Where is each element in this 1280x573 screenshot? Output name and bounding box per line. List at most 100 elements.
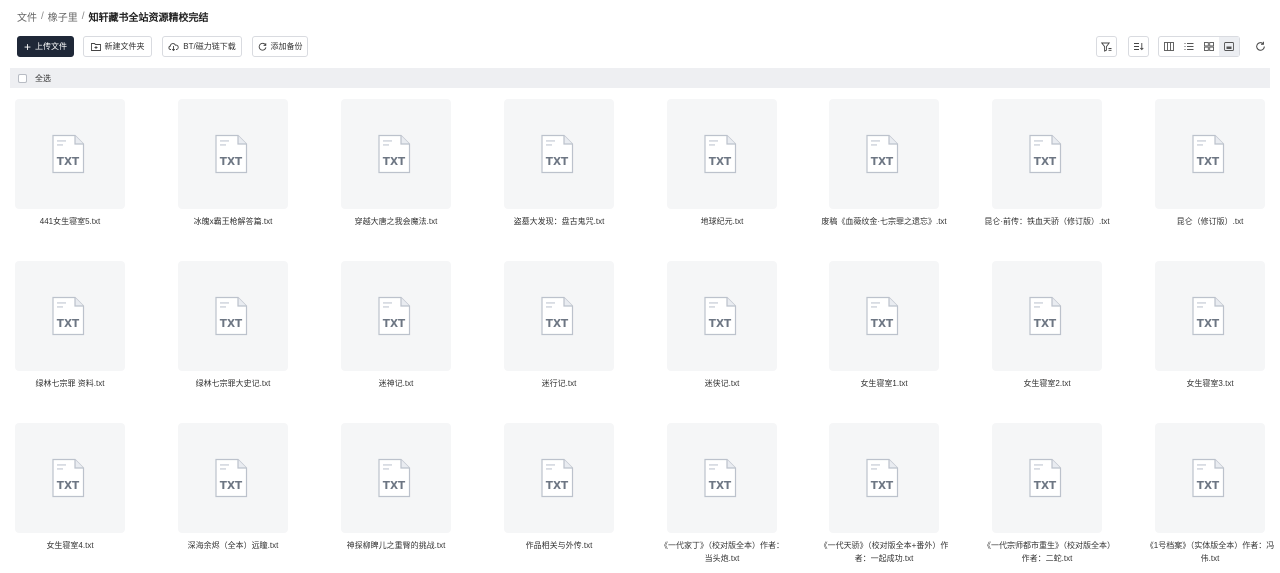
thumbnail-icon: [1224, 42, 1234, 51]
file-tile[interactable]: TXT 盗墓大发现：盘古鬼咒.txt: [504, 99, 614, 228]
file-name[interactable]: 绿林七宗罪大史记.txt: [168, 377, 298, 390]
file-thumbnail[interactable]: TXT: [1155, 99, 1265, 209]
file-tile[interactable]: TXT 《一代家丁》（校对版全本）作者：当头炮.txt: [660, 423, 784, 565]
file-thumbnail[interactable]: TXT: [992, 99, 1102, 209]
svg-text:TXT: TXT: [546, 318, 569, 330]
upload-button[interactable]: + 上传文件: [17, 36, 74, 57]
file-tile[interactable]: TXT 深海余烬（全本）远瞳.txt: [178, 423, 288, 552]
file-name[interactable]: 冰魄x霸王枪解答篇.txt: [168, 215, 298, 228]
file-name[interactable]: 废稿《血薇纹金·七宗罪之遗忘》.txt: [819, 215, 949, 228]
file-thumbnail[interactable]: TXT: [829, 423, 939, 533]
sort-button[interactable]: [1128, 36, 1149, 57]
file-tile[interactable]: TXT 绿林七宗罪大史记.txt: [178, 261, 288, 390]
file-name[interactable]: 《一代宗师都市重生》（校对版全本）作者：二蛇.txt: [982, 539, 1112, 565]
view-grid-button[interactable]: [1199, 37, 1219, 56]
file-thumbnail[interactable]: TXT: [504, 423, 614, 533]
file-name[interactable]: 穿越大唐之我会魔法.txt: [331, 215, 461, 228]
file-thumbnail[interactable]: TXT: [15, 99, 125, 209]
file-thumbnail[interactable]: TXT: [992, 423, 1102, 533]
file-name[interactable]: 昆仑（修订版）.txt: [1145, 215, 1275, 228]
file-thumbnail[interactable]: TXT: [667, 423, 777, 533]
file-tile[interactable]: TXT 神探柳睥儿之重臀的挑战.txt: [341, 423, 451, 552]
file-tile[interactable]: TXT 《一代宗师都市重生》（校对版全本）作者：二蛇.txt: [983, 423, 1111, 565]
txt-file-icon: TXT: [1029, 134, 1062, 174]
file-thumbnail[interactable]: TXT: [992, 261, 1102, 371]
file-tile[interactable]: TXT 冰魄x霸王枪解答篇.txt: [178, 99, 288, 228]
file-tile[interactable]: TXT 废稿《血薇纹金·七宗罪之遗忘》.txt: [821, 99, 947, 228]
file-tile[interactable]: TXT 穿越大唐之我会魔法.txt: [341, 99, 451, 228]
file-tile[interactable]: TXT 昆仑·前传：铁血天骄（修订版）.txt: [984, 99, 1110, 228]
file-tile[interactable]: TXT 《一代天骄》（校对版全本+番外）作者：一起成功.txt: [820, 423, 948, 565]
refresh-button[interactable]: [1252, 37, 1268, 55]
file-name[interactable]: 《1号档案》（实体版全本）作者：冯伟.txt: [1145, 539, 1275, 565]
file-name[interactable]: 迷行记.txt: [494, 377, 624, 390]
file-thumbnail[interactable]: TXT: [178, 99, 288, 209]
file-tile[interactable]: TXT 迷侠记.txt: [667, 261, 777, 390]
add-backup-button[interactable]: 添加备份: [252, 36, 308, 57]
file-name[interactable]: 女生寝室3.txt: [1145, 377, 1275, 390]
file-thumbnail[interactable]: TXT: [1155, 261, 1265, 371]
bt-download-button[interactable]: BT/磁力链下载: [162, 36, 242, 57]
file-thumbnail[interactable]: TXT: [829, 99, 939, 209]
select-all-label: 全选: [35, 73, 51, 83]
txt-file-icon: TXT: [52, 134, 85, 174]
file-name[interactable]: 女生寝室1.txt: [819, 377, 949, 390]
file-tile[interactable]: TXT 绿林七宗罪 资料.txt: [15, 261, 125, 390]
file-name[interactable]: 神探柳睥儿之重臀的挑战.txt: [331, 539, 461, 552]
file-name[interactable]: 迷神记.txt: [331, 377, 461, 390]
breadcrumb-item-files[interactable]: 文件: [17, 9, 37, 24]
file-tile[interactable]: TXT 女生寝室3.txt: [1155, 261, 1265, 390]
txt-file-icon: TXT: [378, 296, 411, 336]
svg-text:TXT: TXT: [1034, 318, 1057, 330]
file-thumbnail[interactable]: TXT: [15, 261, 125, 371]
txt-file-icon: TXT: [866, 134, 899, 174]
file-name[interactable]: 女生寝室4.txt: [5, 539, 135, 552]
file-name[interactable]: 地球纪元.txt: [657, 215, 787, 228]
file-name[interactable]: 深海余烬（全本）远瞳.txt: [168, 539, 298, 552]
file-tile[interactable]: TXT 地球纪元.txt: [667, 99, 777, 228]
breadcrumb-item-folder[interactable]: 橡子里: [48, 9, 78, 24]
new-folder-button[interactable]: 新建文件夹: [83, 36, 152, 57]
breadcrumb: 文件 / 橡子里 / 知轩藏书全站资源精校完结: [17, 9, 209, 24]
file-name[interactable]: 迷侠记.txt: [657, 377, 787, 390]
file-name[interactable]: 《一代天骄》（校对版全本+番外）作者：一起成功.txt: [819, 539, 949, 565]
file-thumbnail[interactable]: TXT: [1155, 423, 1265, 533]
svg-text:TXT: TXT: [871, 156, 894, 168]
txt-file-icon: TXT: [541, 296, 574, 336]
file-thumbnail[interactable]: TXT: [341, 423, 451, 533]
file-thumbnail[interactable]: TXT: [667, 261, 777, 371]
file-thumbnail[interactable]: TXT: [829, 261, 939, 371]
view-list-button[interactable]: [1179, 37, 1199, 56]
file-thumbnail[interactable]: TXT: [504, 99, 614, 209]
file-tile[interactable]: TXT 女生寝室2.txt: [992, 261, 1102, 390]
file-thumbnail[interactable]: TXT: [504, 261, 614, 371]
select-all-checkbox[interactable]: [18, 73, 27, 83]
file-name[interactable]: 绿林七宗罪 资料.txt: [5, 377, 135, 390]
file-tile[interactable]: TXT 迷行记.txt: [504, 261, 614, 390]
svg-text:TXT: TXT: [1197, 318, 1220, 330]
file-tile[interactable]: TXT 女生寝室1.txt: [829, 261, 939, 390]
svg-text:TXT: TXT: [220, 318, 243, 330]
file-thumbnail[interactable]: TXT: [178, 423, 288, 533]
file-tile[interactable]: TXT 《1号档案》（实体版全本）作者：冯伟.txt: [1146, 423, 1274, 565]
refresh-icon: [1255, 41, 1265, 51]
file-name[interactable]: 《一代家丁》（校对版全本）作者：当头炮.txt: [657, 539, 787, 565]
file-tile[interactable]: TXT 迷神记.txt: [341, 261, 451, 390]
file-thumbnail[interactable]: TXT: [341, 261, 451, 371]
file-name[interactable]: 女生寝室2.txt: [982, 377, 1112, 390]
file-tile[interactable]: TXT 作品相关与外传.txt: [504, 423, 614, 552]
file-thumbnail[interactable]: TXT: [667, 99, 777, 209]
filter-button[interactable]: [1096, 36, 1117, 57]
file-name[interactable]: 盗墓大发现：盘古鬼咒.txt: [494, 215, 624, 228]
file-thumbnail[interactable]: TXT: [15, 423, 125, 533]
file-name[interactable]: 441女生寝室5.txt: [5, 215, 135, 228]
file-name[interactable]: 昆仑·前传：铁血天骄（修订版）.txt: [982, 215, 1112, 228]
file-tile[interactable]: TXT 女生寝室4.txt: [15, 423, 125, 552]
view-thumbnail-button[interactable]: [1219, 37, 1239, 56]
file-thumbnail[interactable]: TXT: [341, 99, 451, 209]
file-thumbnail[interactable]: TXT: [178, 261, 288, 371]
file-tile[interactable]: TXT 441女生寝室5.txt: [15, 99, 125, 228]
file-name[interactable]: 作品相关与外传.txt: [494, 539, 624, 552]
view-columns-button[interactable]: [1159, 37, 1179, 56]
file-tile[interactable]: TXT 昆仑（修订版）.txt: [1155, 99, 1265, 228]
